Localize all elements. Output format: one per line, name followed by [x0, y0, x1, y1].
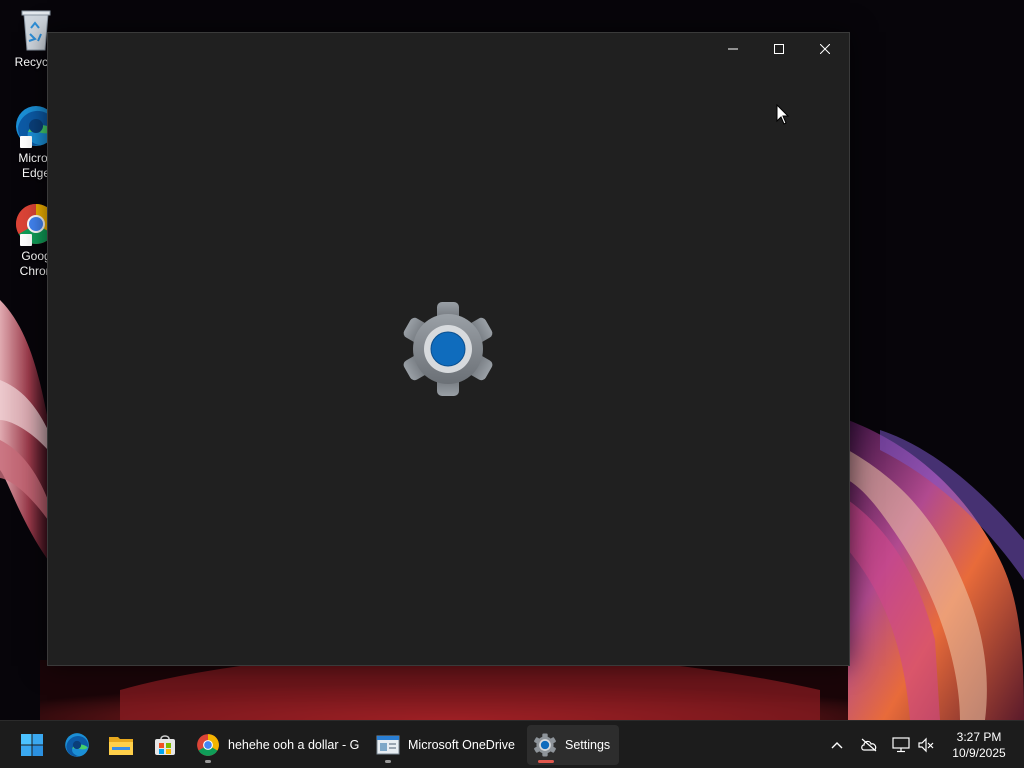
settings-window[interactable]	[47, 32, 850, 666]
clock-time: 3:27 PM	[956, 730, 1002, 744]
taskbar-store-button[interactable]	[145, 725, 185, 765]
settings-gear-icon	[399, 300, 497, 398]
volume-muted-icon	[918, 737, 934, 753]
start-button[interactable]	[12, 725, 52, 765]
taskbar-app-label: Microsoft OneDrive	[408, 738, 515, 752]
taskbar-settings-button[interactable]: Settings	[527, 725, 619, 765]
windows-start-icon	[21, 734, 43, 756]
store-icon	[155, 735, 175, 755]
network-icon	[892, 737, 910, 753]
chevron-up-icon	[831, 742, 843, 749]
shortcut-arrow-icon	[20, 136, 32, 148]
onedrive-offline-icon	[861, 738, 877, 752]
onedrive-window-icon	[376, 734, 400, 756]
window-titlebar[interactable]	[48, 33, 849, 65]
running-indicator	[205, 760, 211, 763]
clock-date: 10/9/2025	[952, 746, 1006, 760]
mouse-cursor-icon	[776, 103, 790, 126]
settings-gear-icon	[533, 733, 557, 757]
taskbar: hehehe ooh a dollar - G Microsoft OneDri…	[0, 720, 1024, 768]
close-icon	[820, 44, 830, 54]
edge-icon	[65, 733, 89, 757]
minimize-icon	[728, 48, 738, 50]
taskbar-file-explorer-button[interactable]	[101, 725, 141, 765]
tray-network-button[interactable]	[889, 733, 913, 757]
minimize-button[interactable]	[710, 33, 756, 65]
taskbar-app-label: Settings	[565, 738, 611, 752]
taskbar-edge-button[interactable]	[57, 725, 97, 765]
running-indicator	[385, 760, 391, 763]
folder-icon	[109, 737, 133, 755]
maximize-button[interactable]	[756, 33, 802, 65]
show-hidden-icons-button[interactable]	[825, 733, 849, 757]
close-button[interactable]	[802, 33, 848, 65]
maximize-icon	[774, 44, 784, 54]
taskbar-app-label: hehehe ooh a dollar - G	[228, 738, 360, 752]
chrome-icon	[196, 733, 220, 757]
taskbar-onedrive-button[interactable]: Microsoft OneDrive	[370, 725, 522, 765]
taskbar-chrome-button[interactable]: hehehe ooh a dollar - G	[190, 725, 366, 765]
tray-volume-button[interactable]	[914, 733, 938, 757]
taskbar-clock[interactable]: 3:27 PM 10/9/2025	[944, 729, 1014, 761]
tray-onedrive-button[interactable]	[857, 733, 881, 757]
active-indicator	[538, 760, 554, 763]
shortcut-arrow-icon	[20, 234, 32, 246]
